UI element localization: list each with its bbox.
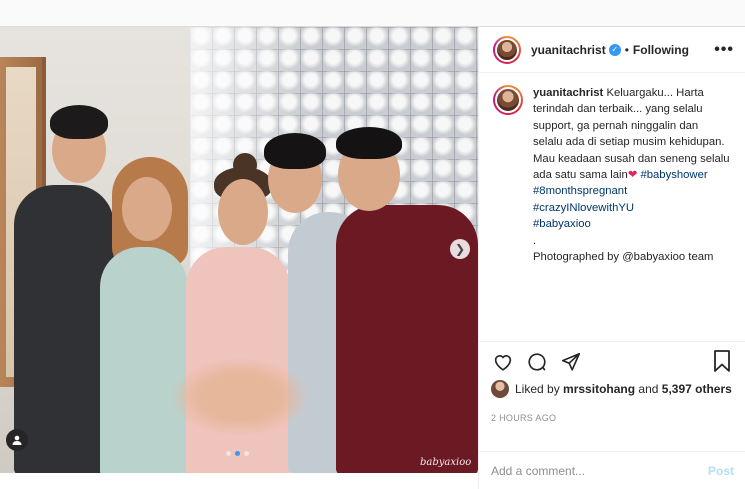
caption-line: selalu ada di setiap musim kehidupan. — [533, 136, 725, 149]
liker-username[interactable]: mrssitohang — [563, 382, 635, 396]
post-timestamp[interactable]: 2 HOURS AGO — [491, 413, 556, 423]
chevron-right-icon[interactable]: ❯ — [450, 239, 470, 259]
caption-avatar[interactable] — [493, 85, 523, 115]
comment-icon[interactable] — [525, 350, 549, 374]
liker-avatar[interactable] — [491, 380, 509, 398]
header-separator: • — [624, 42, 629, 57]
follow-status-button[interactable]: Following — [633, 43, 689, 57]
instagram-post: babyaxioo ❯ yuanitachrist ✓ • Following … — [0, 26, 745, 489]
comment-form: Post — [479, 451, 745, 489]
carousel-dot — [244, 451, 249, 456]
caption-username[interactable]: yuanitachrist — [533, 87, 603, 99]
likes-summary: Liked by mrssitohang and 5,397 others — [491, 380, 732, 398]
person-tag-icon[interactable] — [6, 429, 28, 451]
hashtag-link[interactable]: #crazyINlovewithYU — [533, 200, 732, 216]
comment-input[interactable] — [491, 464, 708, 478]
caption-line: terindah dan terbaik... yang selalu — [533, 103, 703, 116]
page-background: babyaxioo ❯ yuanitachrist ✓ • Following … — [0, 0, 745, 489]
carousel-dot-active — [235, 451, 240, 456]
hashtag-link[interactable]: #8monthspregnant — [533, 183, 732, 199]
caption-line: support, ga pernah ninggalin dan — [533, 119, 699, 132]
photo-hands-heart — [170, 357, 310, 437]
caption-separator: . — [533, 234, 537, 247]
verified-badge-icon: ✓ — [608, 43, 621, 56]
likes-prefix: Liked by — [515, 382, 560, 396]
bookmark-icon[interactable] — [711, 349, 733, 373]
post-side-panel: yuanitachrist ✓ • Following ••• yuanitac… — [478, 27, 745, 489]
post-photo[interactable]: babyaxioo ❯ — [0, 27, 478, 473]
caption-text: yuanitachrist Keluargaku... Harta terind… — [533, 85, 732, 343]
share-icon[interactable] — [559, 350, 583, 374]
more-options-icon[interactable]: ••• — [714, 41, 734, 59]
caption-line: Keluargaku... Harta — [606, 87, 704, 99]
likes-count[interactable]: 5,397 others — [662, 382, 732, 396]
post-comment-button[interactable]: Post — [708, 464, 734, 478]
caption-line: Mau keadaan susah dan seneng selalu — [533, 152, 730, 165]
caption-credit: Photographed by @babyaxioo team — [533, 251, 714, 264]
heart-icon[interactable] — [491, 350, 515, 374]
carousel-dots — [226, 451, 249, 456]
post-header: yuanitachrist ✓ • Following ••• — [479, 27, 745, 73]
photo-watermark: babyaxioo — [420, 457, 472, 468]
caption-section: yuanitachrist Keluargaku... Harta terind… — [479, 73, 745, 343]
hashtag-link[interactable]: #babyshower — [640, 169, 707, 181]
heart-emoji-icon: ❤ — [627, 169, 638, 182]
author-avatar[interactable] — [493, 35, 521, 64]
carousel-dot — [226, 451, 231, 456]
author-username[interactable]: yuanitachrist — [531, 43, 606, 57]
caption-line: ada satu sama lain — [533, 169, 628, 182]
hashtag-link[interactable]: #babyaxioo — [533, 216, 732, 232]
likes-conjunction: and — [638, 382, 659, 396]
action-bar — [479, 341, 745, 381]
